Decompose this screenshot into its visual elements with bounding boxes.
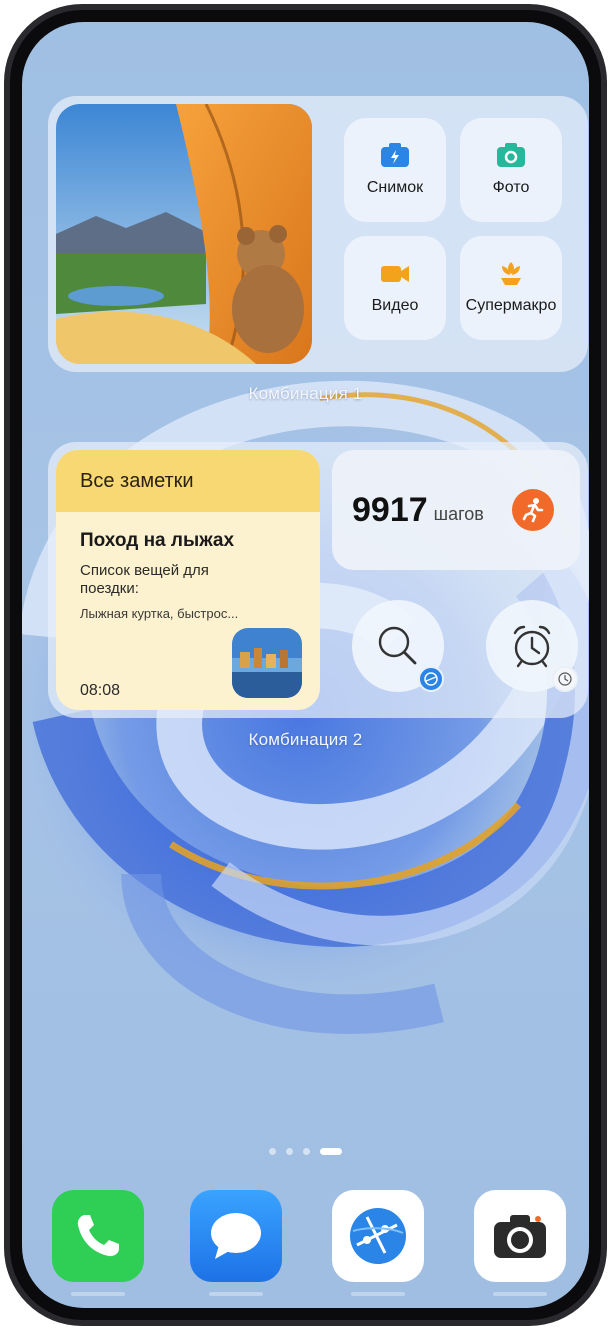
search-tool-button[interactable] <box>352 600 444 692</box>
supermacro-label: Супермакро <box>465 297 557 314</box>
page-dot-active[interactable] <box>320 1148 342 1155</box>
page-dot[interactable] <box>269 1148 276 1155</box>
page-indicator[interactable] <box>22 1148 589 1155</box>
phone-icon <box>77 1215 119 1257</box>
gallery-photo <box>56 104 312 364</box>
supermacro-button[interactable]: Супермакро <box>460 236 562 340</box>
browser-icon <box>350 1208 406 1264</box>
snapshot-button[interactable]: Снимок <box>344 118 446 222</box>
alarm-tool-button[interactable] <box>486 600 578 692</box>
note-subtitle: Список вещей для поездки: <box>80 562 209 597</box>
note-thumbnail <box>232 628 302 698</box>
dock-app-camera[interactable] <box>474 1190 566 1282</box>
combination-2-label: Комбинация 2 <box>248 730 363 749</box>
steps-unit: шагов <box>433 503 484 524</box>
running-person-icon <box>512 489 554 531</box>
steps-widget[interactable]: 9917 шагов <box>332 450 580 570</box>
video-button[interactable]: Видео <box>344 236 446 340</box>
dock-reflection <box>209 1292 263 1296</box>
note-preview: Лыжная куртка, быстрос... <box>80 606 239 621</box>
note-time: 08:08 <box>80 682 121 699</box>
video-camera-icon <box>381 266 409 282</box>
dock-reflection <box>71 1292 125 1296</box>
photo-camera-icon <box>497 143 525 167</box>
flower-macro-icon <box>501 262 521 285</box>
dock-reflection <box>351 1292 405 1296</box>
dock-reflection <box>493 1292 547 1296</box>
dock-app-phone[interactable] <box>52 1190 144 1282</box>
dock-app-browser[interactable] <box>332 1190 424 1282</box>
camera-shortcuts: Снимок Фото Видео Супермакро <box>344 118 566 356</box>
snapshot-label: Снимок <box>366 179 424 196</box>
browser-badge-icon <box>418 666 444 692</box>
dock-app-messages[interactable] <box>190 1190 282 1282</box>
camera-bolt-icon <box>381 143 409 167</box>
steps-count: 9917 <box>352 490 428 529</box>
page-dot[interactable] <box>286 1148 293 1155</box>
gallery-widget[interactable] <box>56 104 312 364</box>
page-dot[interactable] <box>303 1148 310 1155</box>
phone-bezel: Снимок Фото Видео Супермакро Комбинация … <box>10 10 601 1320</box>
phone-frame: Снимок Фото Видео Супермакро Комбинация … <box>4 4 607 1326</box>
message-icon <box>211 1213 261 1259</box>
search-icon <box>378 626 417 665</box>
alarm-clock-icon <box>513 625 551 668</box>
camera-icon <box>494 1215 546 1258</box>
home-screen: Снимок Фото Видео Супермакро Комбинация … <box>22 22 589 1308</box>
combination-1-label: Комбинация 1 <box>248 384 363 403</box>
clock-badge-icon <box>552 666 578 692</box>
note-title: Поход на лыжах <box>80 530 235 551</box>
notes-widget[interactable]: Все заметки Поход на лыжах Список вещей … <box>56 450 320 710</box>
widget-combination-2[interactable]: Все заметки Поход на лыжах Список вещей … <box>48 442 588 718</box>
photo-button[interactable]: Фото <box>460 118 562 222</box>
notes-header: Все заметки <box>56 450 320 512</box>
photo-label: Фото <box>492 179 530 196</box>
video-label: Видео <box>371 297 419 314</box>
widget-combination-1[interactable]: Снимок Фото Видео Супермакро <box>48 96 588 372</box>
